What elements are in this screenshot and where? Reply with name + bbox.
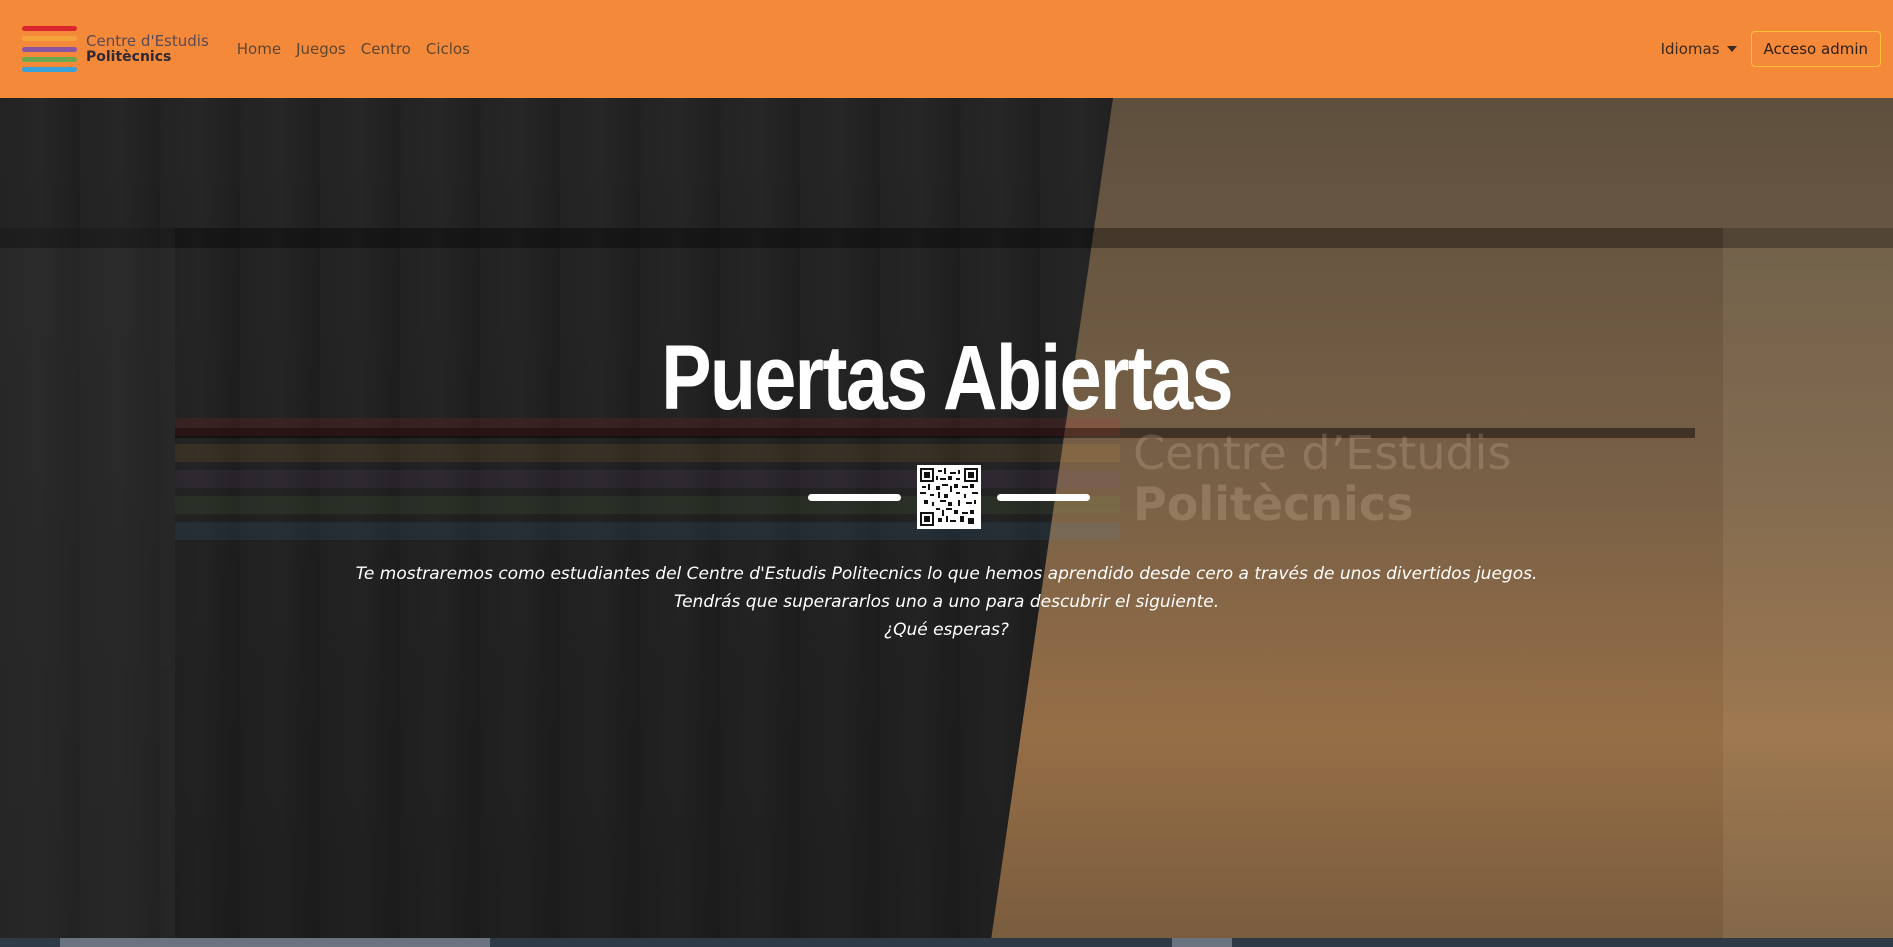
logo-bar-blue — [22, 67, 77, 72]
logo-bar-red — [22, 26, 77, 31]
hero-divider — [808, 465, 1090, 529]
divider-line-right — [997, 493, 1090, 501]
logo-bar-orange — [22, 36, 77, 42]
hero-description-line1: Te mostraremos como estudiantes del Cent… — [355, 564, 1538, 584]
nav-link-juegos[interactable]: Juegos — [296, 40, 346, 58]
nav-right: Idiomas Acceso admin — [1661, 31, 1881, 67]
brand-name-line2: Politècnics — [86, 48, 172, 65]
next-section-edge-segment — [60, 938, 490, 947]
nav-link-home[interactable]: Home — [237, 40, 281, 58]
facade-logo-line2: Politècnics — [1133, 476, 1414, 531]
next-section-edge-segment — [1172, 938, 1232, 947]
language-dropdown-label: Idiomas — [1660, 40, 1720, 58]
main-nav: Home Juegos Centro Ciclos — [237, 40, 485, 58]
qr-code-icon — [917, 465, 981, 529]
building-beam — [0, 228, 1893, 248]
admin-access-button[interactable]: Acceso admin — [1750, 31, 1881, 67]
brand-logo-link[interactable]: Centre d'Estudis Politècnics — [22, 26, 209, 72]
nav-link-centro[interactable]: Centro — [361, 40, 411, 58]
divider-line-left — [808, 493, 901, 501]
hero-description: Te mostraremos como estudiantes del Cent… — [0, 560, 1893, 644]
hero-description-line2: Tendrás que superararlos uno a uno para … — [673, 592, 1220, 612]
language-dropdown[interactable]: Idiomas — [1661, 40, 1737, 58]
nav-link-ciclos[interactable]: Ciclos — [426, 40, 470, 58]
navbar: Centre d'Estudis Politècnics Home Juegos… — [0, 0, 1893, 98]
hero-description-line3: ¿Qué esperas? — [884, 620, 1009, 640]
logo-bar-green — [22, 56, 77, 62]
hero-title: Puertas Abiertas — [661, 327, 1233, 429]
brand-logo-icon — [22, 26, 77, 72]
facade-logo: Centre d’Estudis Politècnics — [1133, 428, 1511, 529]
logo-bar-purple — [22, 46, 77, 52]
brand-name-line1: Centre d'Estudis — [86, 32, 209, 51]
next-section-edge — [0, 938, 1893, 947]
hero-section: Centre d’Estudis Politècnics Puertas Abi… — [0, 98, 1893, 947]
facade-logo-line1: Centre d’Estudis — [1133, 426, 1512, 480]
caret-down-icon — [1726, 46, 1737, 52]
brand-name: Centre d'Estudis Politècnics — [86, 33, 209, 65]
